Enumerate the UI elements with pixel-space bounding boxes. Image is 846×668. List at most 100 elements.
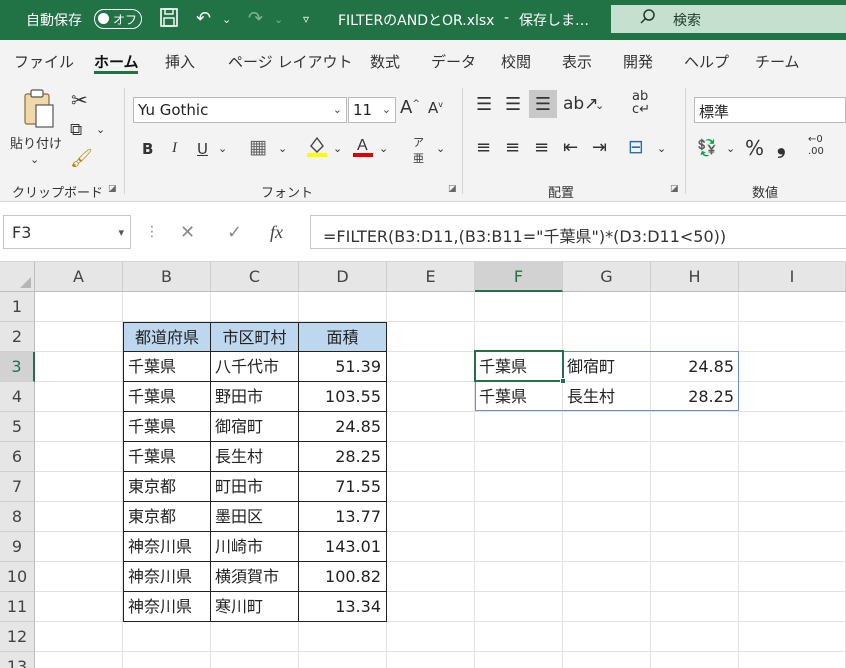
table-cell[interactable]: 100.82: [299, 562, 387, 592]
table-cell[interactable]: 24.85: [299, 412, 387, 442]
align-bottom-icon[interactable]: ☰: [529, 90, 557, 118]
table-cell[interactable]: 八千代市: [211, 352, 299, 382]
wrap-text-icon[interactable]: ab c↵: [632, 90, 650, 116]
column-header-a[interactable]: A: [35, 262, 123, 292]
search-box[interactable]: 検索: [611, 5, 846, 33]
tab-team[interactable]: チーム: [755, 51, 800, 72]
borders-dropdown-icon[interactable]: ⌄: [278, 142, 287, 155]
enter-icon[interactable]: ✓: [227, 222, 242, 243]
paste-button-label[interactable]: 貼り付け: [10, 133, 62, 152]
font-color-icon[interactable]: A: [352, 134, 374, 162]
undo-dropdown-icon[interactable]: ⌄: [222, 13, 231, 26]
table-cell[interactable]: 神奈川県: [123, 532, 211, 562]
table-cell[interactable]: 51.39: [299, 352, 387, 382]
decrease-indent-icon[interactable]: ⇤: [563, 137, 578, 158]
table-cell[interactable]: 13.34: [299, 592, 387, 622]
table-cell[interactable]: 長生村: [211, 442, 299, 472]
table-cell[interactable]: 川崎市: [211, 532, 299, 562]
font-name-select[interactable]: Yu Gothic ⌄: [133, 97, 347, 123]
table-cell[interactable]: 28.25: [299, 442, 387, 472]
table-cell[interactable]: 野田市: [211, 382, 299, 412]
table-cell[interactable]: 墨田区: [211, 502, 299, 532]
row-header-11[interactable]: 11: [0, 592, 35, 622]
alignment-launcher-icon[interactable]: ◪: [670, 184, 679, 194]
redo-icon[interactable]: ↷: [248, 8, 263, 29]
redo-dropdown-icon[interactable]: ⌄: [274, 13, 283, 26]
table-cell[interactable]: 千葉県: [123, 412, 211, 442]
increase-indent-icon[interactable]: ⇥: [592, 137, 607, 158]
table-cell[interactable]: 71.55: [299, 472, 387, 502]
column-header-c[interactable]: C: [211, 262, 299, 292]
row-header-8[interactable]: 8: [0, 502, 35, 532]
table-cell[interactable]: 東京都: [123, 502, 211, 532]
fill-color-icon[interactable]: [306, 134, 328, 162]
select-all-button[interactable]: [0, 262, 35, 292]
table-cell[interactable]: 千葉県: [123, 352, 211, 382]
font-launcher-icon[interactable]: ◪: [448, 184, 457, 194]
row-header-9[interactable]: 9: [0, 532, 35, 562]
borders-icon[interactable]: ▦: [249, 136, 267, 158]
tab-home[interactable]: ホーム: [94, 51, 139, 72]
font-size-select[interactable]: 11 ⌄: [348, 97, 396, 123]
row-header-13[interactable]: 13: [0, 652, 35, 668]
table-cell[interactable]: 町田市: [211, 472, 299, 502]
table-header-cell[interactable]: 市区町村: [211, 322, 299, 352]
save-icon[interactable]: [159, 7, 179, 34]
font-color-dropdown-icon[interactable]: ⌄: [379, 142, 388, 155]
phonetic-guide-icon[interactable]: ア亜: [413, 134, 424, 166]
row-header-6[interactable]: 6: [0, 442, 35, 472]
shrink-font-icon[interactable]: Av: [428, 99, 443, 117]
row-header-3[interactable]: 3: [0, 352, 35, 382]
formula-input[interactable]: =FILTER(B3:D11,(B3:B11="千葉県")*(D3:D11<50…: [310, 215, 846, 249]
clipboard-launcher-icon[interactable]: ◪: [108, 184, 117, 194]
column-header-h[interactable]: H: [651, 262, 739, 292]
insert-function-icon[interactable]: fx: [270, 222, 283, 243]
table-cell[interactable]: 横須賀市: [211, 562, 299, 592]
copy-dropdown-icon[interactable]: ⌄: [96, 123, 105, 136]
tab-developer[interactable]: 開発: [623, 51, 653, 72]
column-header-e[interactable]: E: [387, 262, 475, 292]
worksheet-grid[interactable]: ABCDEFGHI 1 2 3 4 5 6 7 8 9 10 11 12 13 都道府県 市区町村 面積 千葉…: [0, 262, 846, 668]
tab-review[interactable]: 校閲: [501, 51, 531, 72]
align-top-icon[interactable]: ☰: [476, 94, 492, 115]
table-header-cell[interactable]: 都道府県: [123, 322, 211, 352]
table-cell[interactable]: 寒川町: [211, 592, 299, 622]
align-middle-icon[interactable]: ☰: [505, 94, 521, 115]
paste-dropdown-icon[interactable]: ⌄: [30, 153, 39, 166]
orientation-icon[interactable]: ab↗: [563, 94, 598, 114]
table-cell[interactable]: 13.77: [299, 502, 387, 532]
table-cell[interactable]: 御宿町: [211, 412, 299, 442]
column-header-b[interactable]: B: [123, 262, 211, 292]
table-cell[interactable]: 千葉県: [123, 382, 211, 412]
number-format-select[interactable]: 標準: [694, 97, 846, 123]
tab-view[interactable]: 表示: [562, 51, 592, 72]
align-left-icon[interactable]: ≡: [476, 137, 491, 158]
increase-decimal-icon[interactable]: ←0.00: [808, 134, 824, 158]
row-header-5[interactable]: 5: [0, 412, 35, 442]
table-header-cell[interactable]: 面積: [299, 322, 387, 352]
fill-handle[interactable]: [560, 378, 566, 384]
row-header-10[interactable]: 10: [0, 562, 35, 592]
tab-file[interactable]: ファイル: [14, 51, 74, 72]
table-cell[interactable]: 103.55: [299, 382, 387, 412]
row-header-2[interactable]: 2: [0, 322, 35, 352]
paste-icon[interactable]: [22, 88, 56, 136]
underline-dropdown-icon[interactable]: ⌄: [218, 142, 227, 155]
underline-button[interactable]: U: [197, 140, 208, 158]
cut-icon[interactable]: ✂: [71, 88, 88, 112]
accounting-dropdown-icon[interactable]: ⌄: [726, 142, 735, 155]
align-right-icon[interactable]: ≡: [534, 137, 549, 158]
cancel-icon[interactable]: ✕: [180, 222, 195, 243]
merge-dropdown-icon[interactable]: ⌄: [657, 142, 666, 155]
align-center-icon[interactable]: ≡: [505, 137, 520, 158]
phonetic-dropdown-icon[interactable]: ⌄: [436, 142, 445, 155]
percent-style-icon[interactable]: %: [745, 136, 764, 160]
row-header-4[interactable]: 4: [0, 382, 35, 412]
row-header-1[interactable]: 1: [0, 292, 35, 322]
orientation-dropdown-icon[interactable]: ⌄: [595, 99, 604, 112]
column-header-f[interactable]: F: [475, 262, 563, 292]
column-header-g[interactable]: G: [563, 262, 651, 292]
copy-icon[interactable]: ⧉: [70, 120, 82, 140]
tab-page-layout[interactable]: ページ レイアウト: [228, 51, 352, 72]
autosave-toggle[interactable]: オフ: [94, 9, 142, 29]
